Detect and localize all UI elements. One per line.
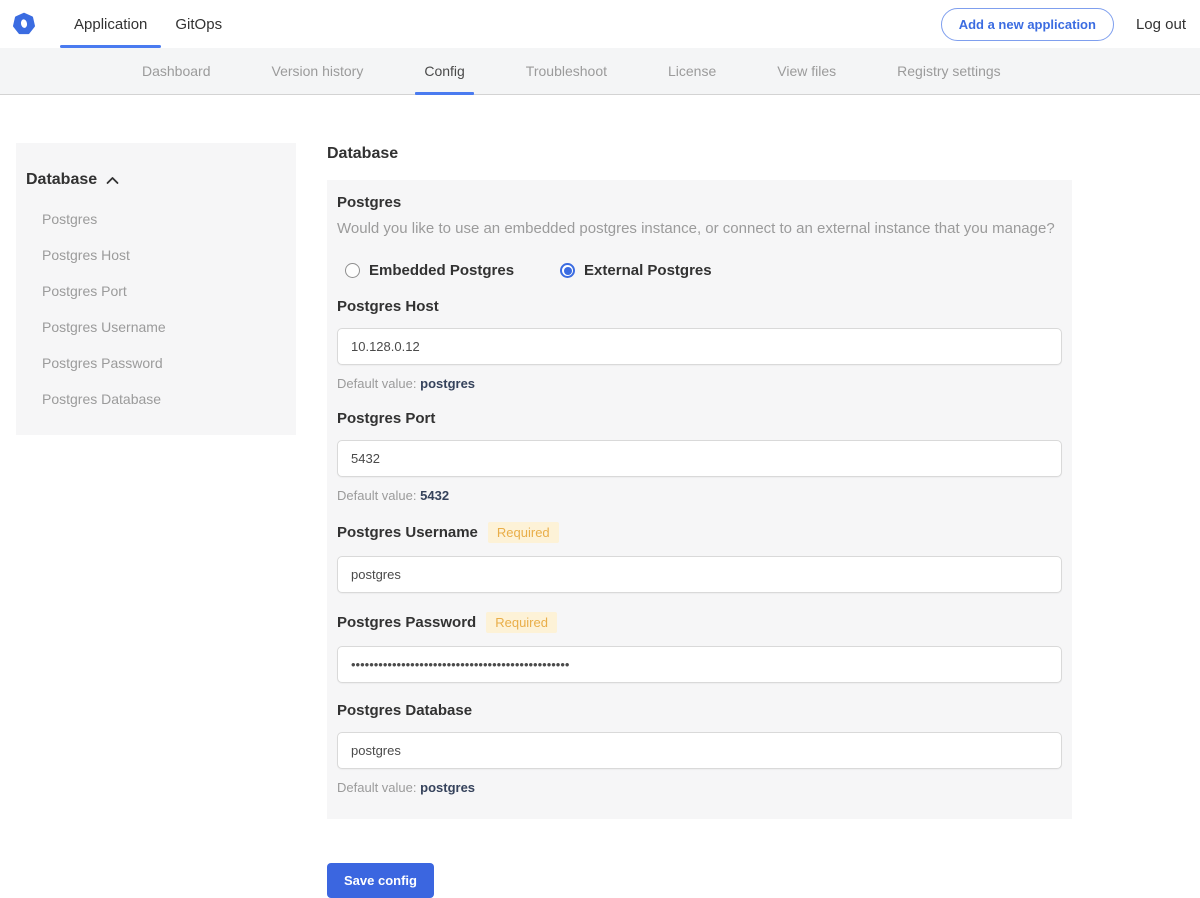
postgres-host-input[interactable] xyxy=(337,328,1062,365)
postgres-port-default: Default value: 5432 xyxy=(337,488,1062,503)
top-nav-spacer xyxy=(236,0,941,48)
subtab-troubleshoot-label: Troubleshoot xyxy=(525,63,607,79)
logout-button[interactable]: Log out xyxy=(1136,16,1186,33)
postgres-database-default: Default value: postgres xyxy=(337,780,1062,795)
sidebar-item-postgres-password[interactable]: Postgres Password xyxy=(26,345,286,381)
radio-embedded-postgres-label: Embedded Postgres xyxy=(369,262,515,279)
default-label: Default value: xyxy=(337,488,417,503)
radio-external-postgres-label: External Postgres xyxy=(584,262,712,279)
tab-application[interactable]: Application xyxy=(60,0,162,48)
config-main: Database Postgres Would you like to use … xyxy=(327,143,1072,898)
postgres-port-input[interactable] xyxy=(337,440,1062,477)
radio-external-postgres[interactable]: External Postgres xyxy=(560,262,712,279)
app-logo[interactable] xyxy=(12,0,36,48)
subtab-view-files[interactable]: View files xyxy=(768,48,845,94)
postgres-host-default: Default value: postgres xyxy=(337,376,1062,391)
top-nav: Application GitOps Add a new application… xyxy=(0,0,1200,48)
default-value: postgres xyxy=(420,780,476,795)
subtab-version-history-label: Version history xyxy=(271,63,364,79)
sidebar-item-postgres-username[interactable]: Postgres Username xyxy=(26,309,286,345)
subtab-config[interactable]: Config xyxy=(415,48,475,95)
radio-unchecked-icon[interactable] xyxy=(345,263,360,278)
subtab-dashboard[interactable]: Dashboard xyxy=(133,48,220,94)
postgres-password-label: Postgres Password xyxy=(337,614,477,631)
subtab-registry-settings[interactable]: Registry settings xyxy=(888,48,1009,94)
tab-gitops-label: GitOps xyxy=(175,15,223,33)
field-postgres-port: Postgres Port Default value: 5432 xyxy=(337,410,1062,503)
subtab-view-files-label: View files xyxy=(777,63,837,79)
postgres-username-label: Postgres Username xyxy=(337,524,478,541)
subtab-config-label: Config xyxy=(424,63,465,79)
config-group-card: Postgres Would you like to use an embedd… xyxy=(327,180,1072,819)
postgres-username-input[interactable] xyxy=(337,556,1062,593)
radio-embedded-postgres[interactable]: Embedded Postgres xyxy=(345,262,514,279)
save-row: Save config xyxy=(327,863,1072,898)
replicated-logo-icon xyxy=(13,12,35,35)
default-value: postgres xyxy=(420,376,476,391)
required-badge: Required xyxy=(486,612,557,633)
field-postgres-username: Postgres Username Required xyxy=(337,522,1062,593)
postgres-host-label: Postgres Host xyxy=(337,298,439,315)
postgres-type-radio-group: Embedded Postgres External Postgres xyxy=(345,262,1062,279)
config-page: Database Postgres Postgres Host Postgres… xyxy=(0,95,1200,898)
sidebar-item-postgres[interactable]: Postgres xyxy=(26,201,286,237)
field-postgres-host: Postgres Host Default value: postgres xyxy=(337,298,1062,391)
sidebar-item-postgres-port[interactable]: Postgres Port xyxy=(26,273,286,309)
field-postgres-password: Postgres Password Required xyxy=(337,612,1062,683)
subtab-license-label: License xyxy=(668,63,717,79)
config-sidebar: Database Postgres Postgres Host Postgres… xyxy=(16,143,296,435)
radio-checked-icon[interactable] xyxy=(560,263,576,278)
sidebar-group-database[interactable]: Database xyxy=(26,171,286,189)
subtab-dashboard-label: Dashboard xyxy=(142,63,211,79)
group-help-text: Would you like to use an embedded postgr… xyxy=(337,220,1055,237)
required-badge: Required xyxy=(487,522,559,543)
sidebar-item-postgres-host[interactable]: Postgres Host xyxy=(26,237,286,273)
postgres-password-input[interactable] xyxy=(337,646,1062,683)
page-title: Database xyxy=(327,145,399,162)
save-config-button[interactable]: Save config xyxy=(327,863,434,898)
add-new-application-button[interactable]: Add a new application xyxy=(940,7,1114,41)
app-sub-nav: Dashboard Version history Config Trouble… xyxy=(0,48,1200,95)
chevron-up-icon xyxy=(106,176,119,184)
tab-application-label: Application xyxy=(74,15,148,33)
postgres-database-input[interactable] xyxy=(337,732,1062,769)
default-label: Default value: xyxy=(337,780,417,795)
group-label-postgres: Postgres xyxy=(337,194,402,211)
postgres-database-label: Postgres Database xyxy=(337,702,473,719)
subtab-registry-settings-label: Registry settings xyxy=(897,63,1001,79)
sidebar-item-postgres-database[interactable]: Postgres Database xyxy=(26,381,286,417)
subtab-troubleshoot[interactable]: Troubleshoot xyxy=(517,48,616,94)
field-postgres-database: Postgres Database Default value: postgre… xyxy=(337,702,1062,795)
subtab-license[interactable]: License xyxy=(659,48,725,94)
default-label: Default value: xyxy=(337,376,417,391)
sidebar-group-database-label: Database xyxy=(26,171,98,188)
postgres-port-label: Postgres Port xyxy=(337,410,436,427)
tab-gitops[interactable]: GitOps xyxy=(161,0,236,48)
subtab-version-history[interactable]: Version history xyxy=(263,48,373,94)
default-value: 5432 xyxy=(420,488,450,503)
